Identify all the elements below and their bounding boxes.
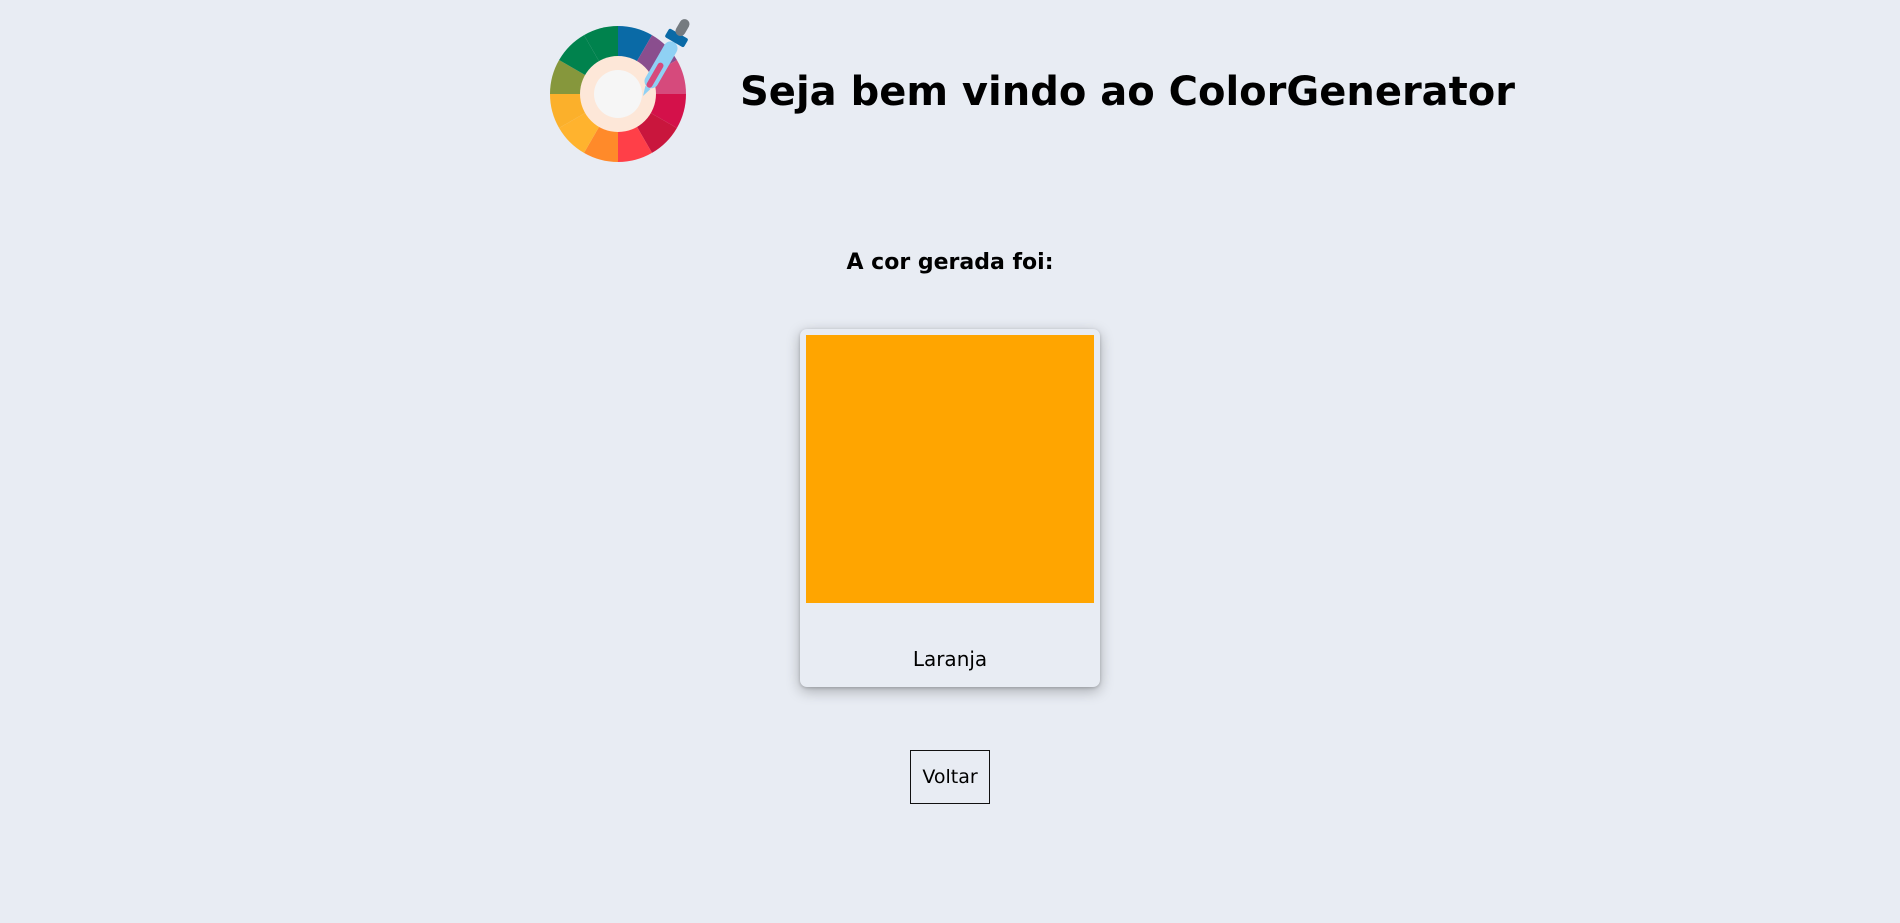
- result-heading: A cor gerada foi:: [846, 250, 1054, 275]
- color-card: Laranja: [800, 329, 1100, 687]
- color-swatch: [806, 335, 1094, 603]
- back-button[interactable]: Voltar: [910, 750, 990, 804]
- page-title: Seja bem vindo ao ColorGenerator: [740, 69, 1515, 115]
- header: Seja bem vindo ao ColorGenerator: [0, 0, 1900, 180]
- color-wheel-dropper-icon: [550, 19, 690, 162]
- color-name: Laranja: [912, 647, 988, 671]
